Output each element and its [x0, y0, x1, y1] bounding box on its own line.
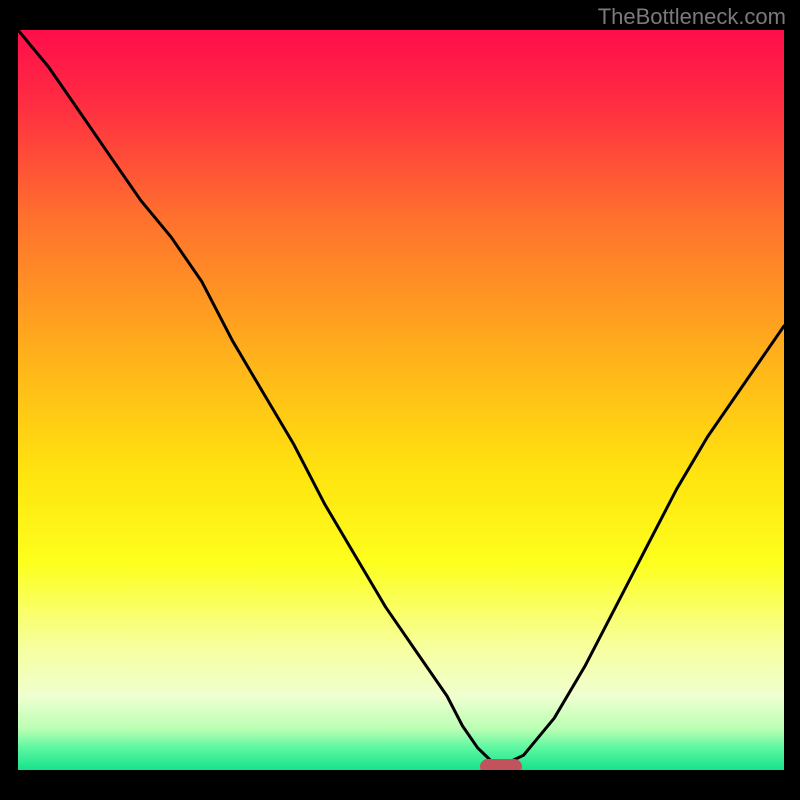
attribution-text: TheBottleneck.com: [598, 4, 786, 30]
chart-frame: TheBottleneck.com: [0, 0, 800, 800]
bottleneck-chart: [0, 0, 800, 800]
